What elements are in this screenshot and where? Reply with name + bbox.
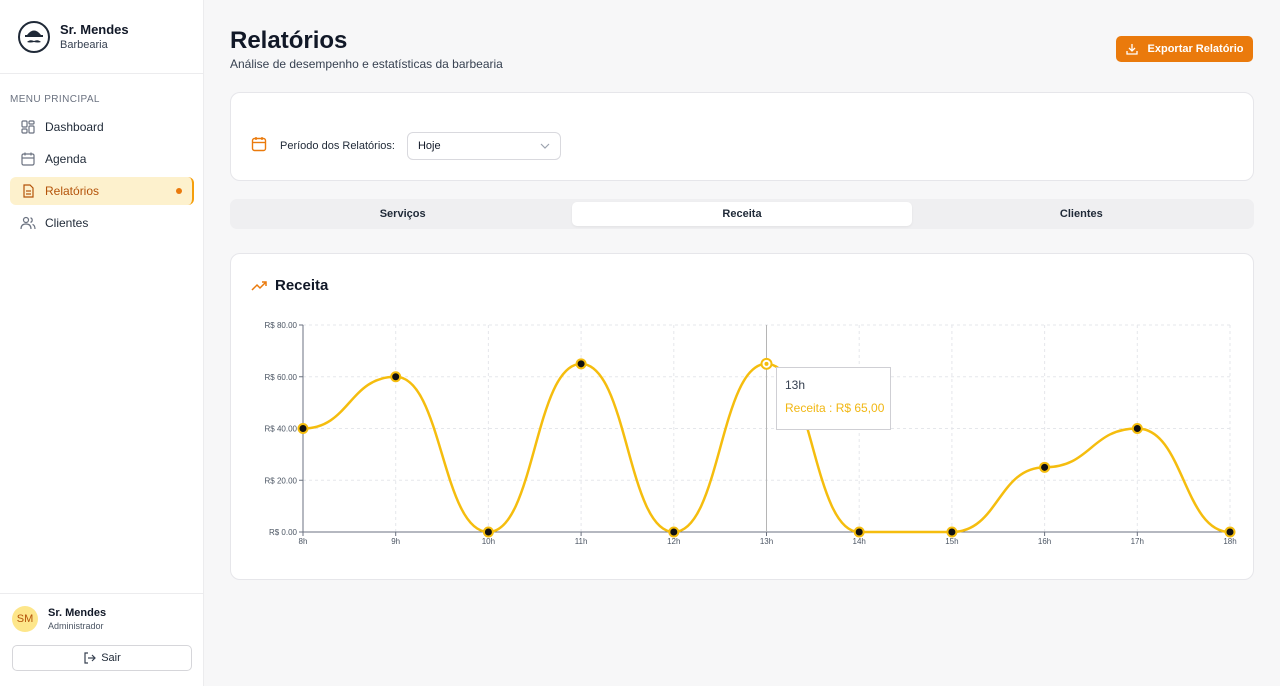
tab-servicos[interactable]: Serviços: [233, 202, 572, 226]
revenue-line-chart: R$ 0.00 R$ 20.00 R$ 40.00 R$ 60.00 R$ 80.00 8…: [265, 321, 1237, 546]
logout-icon: [84, 652, 97, 664]
period-label: Período dos Relatórios:: [280, 140, 395, 152]
sidebar-item-label: Clientes: [45, 216, 89, 230]
data-point-active-center: [764, 361, 769, 366]
revenue-chart-card: R$ 0.00 R$ 20.00 R$ 40.00 R$ 60.00 R$ 80.00 8…: [230, 253, 1254, 580]
mustache-hat-icon: [18, 20, 50, 53]
main-menu: Dashboard Agenda Relatórios Clientes: [0, 113, 203, 237]
period-select[interactable]: Hoje: [406, 132, 561, 160]
sidebar-item-label: Relatórios: [45, 184, 100, 198]
page-title: Relatórios: [230, 27, 348, 54]
period-select-value: Hoje: [417, 140, 441, 152]
sidebar-item-label: Agenda: [45, 152, 87, 166]
tooltip-value: Receita : R$ 65,00: [785, 401, 885, 415]
brand-subtitle: Barbearia: [60, 39, 108, 51]
data-point: [946, 526, 958, 538]
chart-title: Receita: [275, 277, 329, 294]
user-role: Administrador: [48, 621, 104, 631]
avatar: SM: [12, 606, 38, 632]
x-tick-label: 8h: [299, 537, 308, 546]
y-tick-label: R$ 40.00: [265, 425, 298, 434]
data-point: [390, 371, 402, 383]
sidebar-item-clientes[interactable]: Clientes: [10, 209, 194, 237]
active-indicator-dot: [176, 188, 182, 194]
user-panel: SM Sr. Mendes Administrador Sair: [0, 593, 204, 686]
data-point: [668, 526, 680, 538]
chart-tooltip: 13h Receita : R$ 65,00: [776, 367, 891, 430]
tooltip-label: 13h: [785, 378, 806, 392]
sidebar: Sr. Mendes Barbearia MENU PRINCIPAL Dash…: [0, 0, 204, 686]
users-icon: [20, 215, 36, 231]
x-tick-label: 12h: [667, 537, 680, 546]
sidebar-item-agenda[interactable]: Agenda: [10, 145, 194, 173]
sidebar-item-dashboard[interactable]: Dashboard: [10, 113, 194, 141]
data-point: [482, 526, 494, 538]
download-icon: [1125, 44, 1138, 55]
x-tick-label: 11h: [575, 537, 588, 546]
calendar-icon: [251, 136, 267, 157]
y-tick-label: R$ 0.00: [269, 528, 298, 537]
x-tick-label: 18h: [1223, 537, 1236, 546]
grid-icon: [20, 119, 36, 135]
y-tick-label: R$ 60.00: [265, 373, 298, 382]
tab-clientes[interactable]: Clientes: [912, 202, 1251, 226]
data-point: [853, 526, 865, 538]
filter-card: Período dos Relatórios: Hoje: [230, 92, 1254, 181]
chevron-down-icon: [540, 143, 550, 149]
y-tick-label: R$ 80.00: [265, 321, 298, 330]
data-point: [297, 423, 309, 434]
x-tick-label: 10h: [482, 537, 495, 546]
user-name: Sr. Mendes: [48, 607, 107, 619]
data-point: [1131, 423, 1143, 434]
x-tick-label: 9h: [391, 537, 400, 546]
export-report-button[interactable]: Exportar Relatório: [1116, 36, 1253, 62]
calendar-icon: [20, 151, 36, 167]
page-subtitle: Análise de desempenho e estatísticas da …: [230, 57, 503, 71]
x-tick-label: 14h: [853, 537, 866, 546]
x-tick-label: 13h: [760, 537, 773, 546]
x-tick-label: 17h: [1131, 537, 1144, 546]
data-point: [1039, 461, 1051, 473]
logout-button[interactable]: Sair: [12, 645, 192, 671]
menu-title: MENU PRINCIPAL: [10, 94, 100, 105]
x-tick-label: 16h: [1038, 537, 1051, 546]
data-point: [1224, 526, 1236, 538]
y-tick-label: R$ 20.00: [265, 476, 298, 485]
x-tick-label: 15h: [945, 537, 958, 546]
data-point: [575, 358, 587, 370]
sidebar-item-relatorios[interactable]: Relatórios: [10, 177, 194, 205]
trending-up-icon: [251, 280, 267, 291]
export-label: Exportar Relatório: [1147, 43, 1244, 55]
brand: Sr. Mendes Barbearia: [0, 0, 203, 74]
logout-label: Sair: [101, 652, 121, 664]
sidebar-item-label: Dashboard: [45, 120, 104, 134]
report-tabs: Serviços Receita Clientes: [230, 199, 1254, 229]
tab-receita[interactable]: Receita: [572, 202, 912, 226]
file-text-icon: [20, 183, 36, 199]
brand-name: Sr. Mendes: [60, 22, 129, 37]
